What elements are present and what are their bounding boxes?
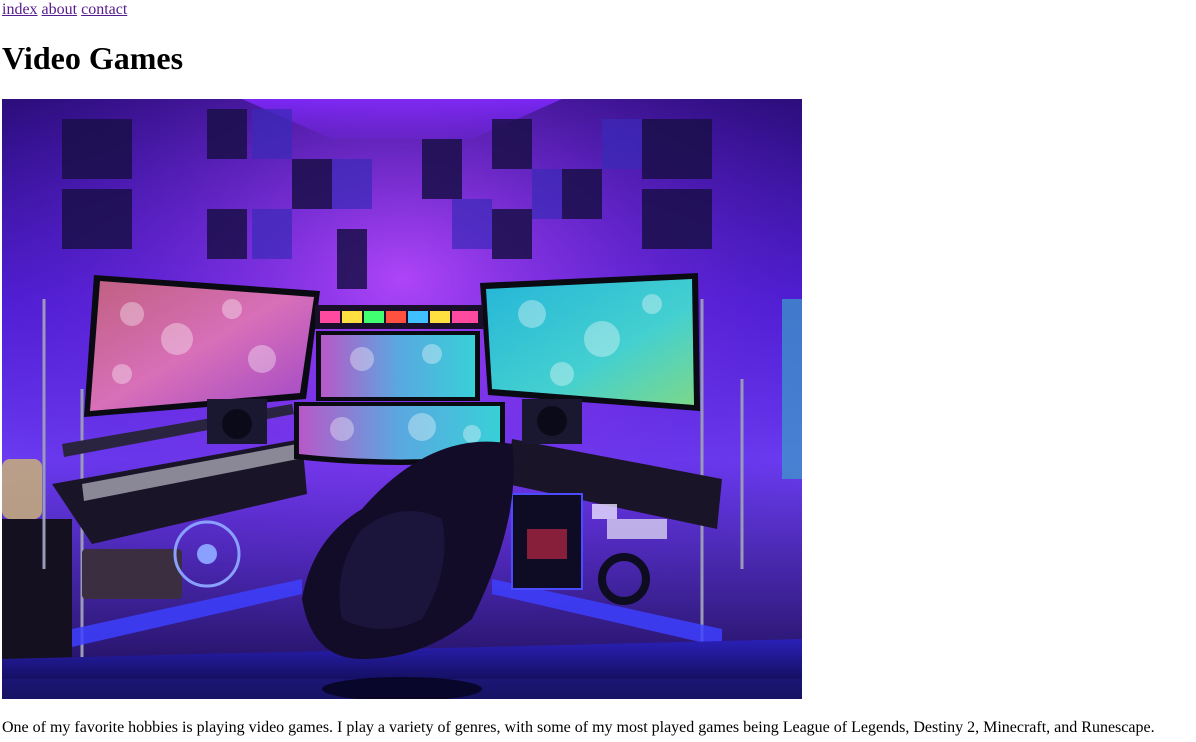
intro-paragraph: One of my favorite hobbies is playing vi…: [2, 719, 1155, 736]
nav-link-about[interactable]: about: [42, 1, 78, 18]
top-nav: index about contact: [2, 1, 127, 19]
page: index about contact Video Games One of m…: [0, 0, 1196, 742]
gaming-setup-photo: [2, 99, 802, 699]
page-title: Video Games: [2, 40, 184, 76]
nav-link-index[interactable]: index: [2, 1, 38, 18]
nav-link-contact[interactable]: contact: [81, 1, 127, 18]
